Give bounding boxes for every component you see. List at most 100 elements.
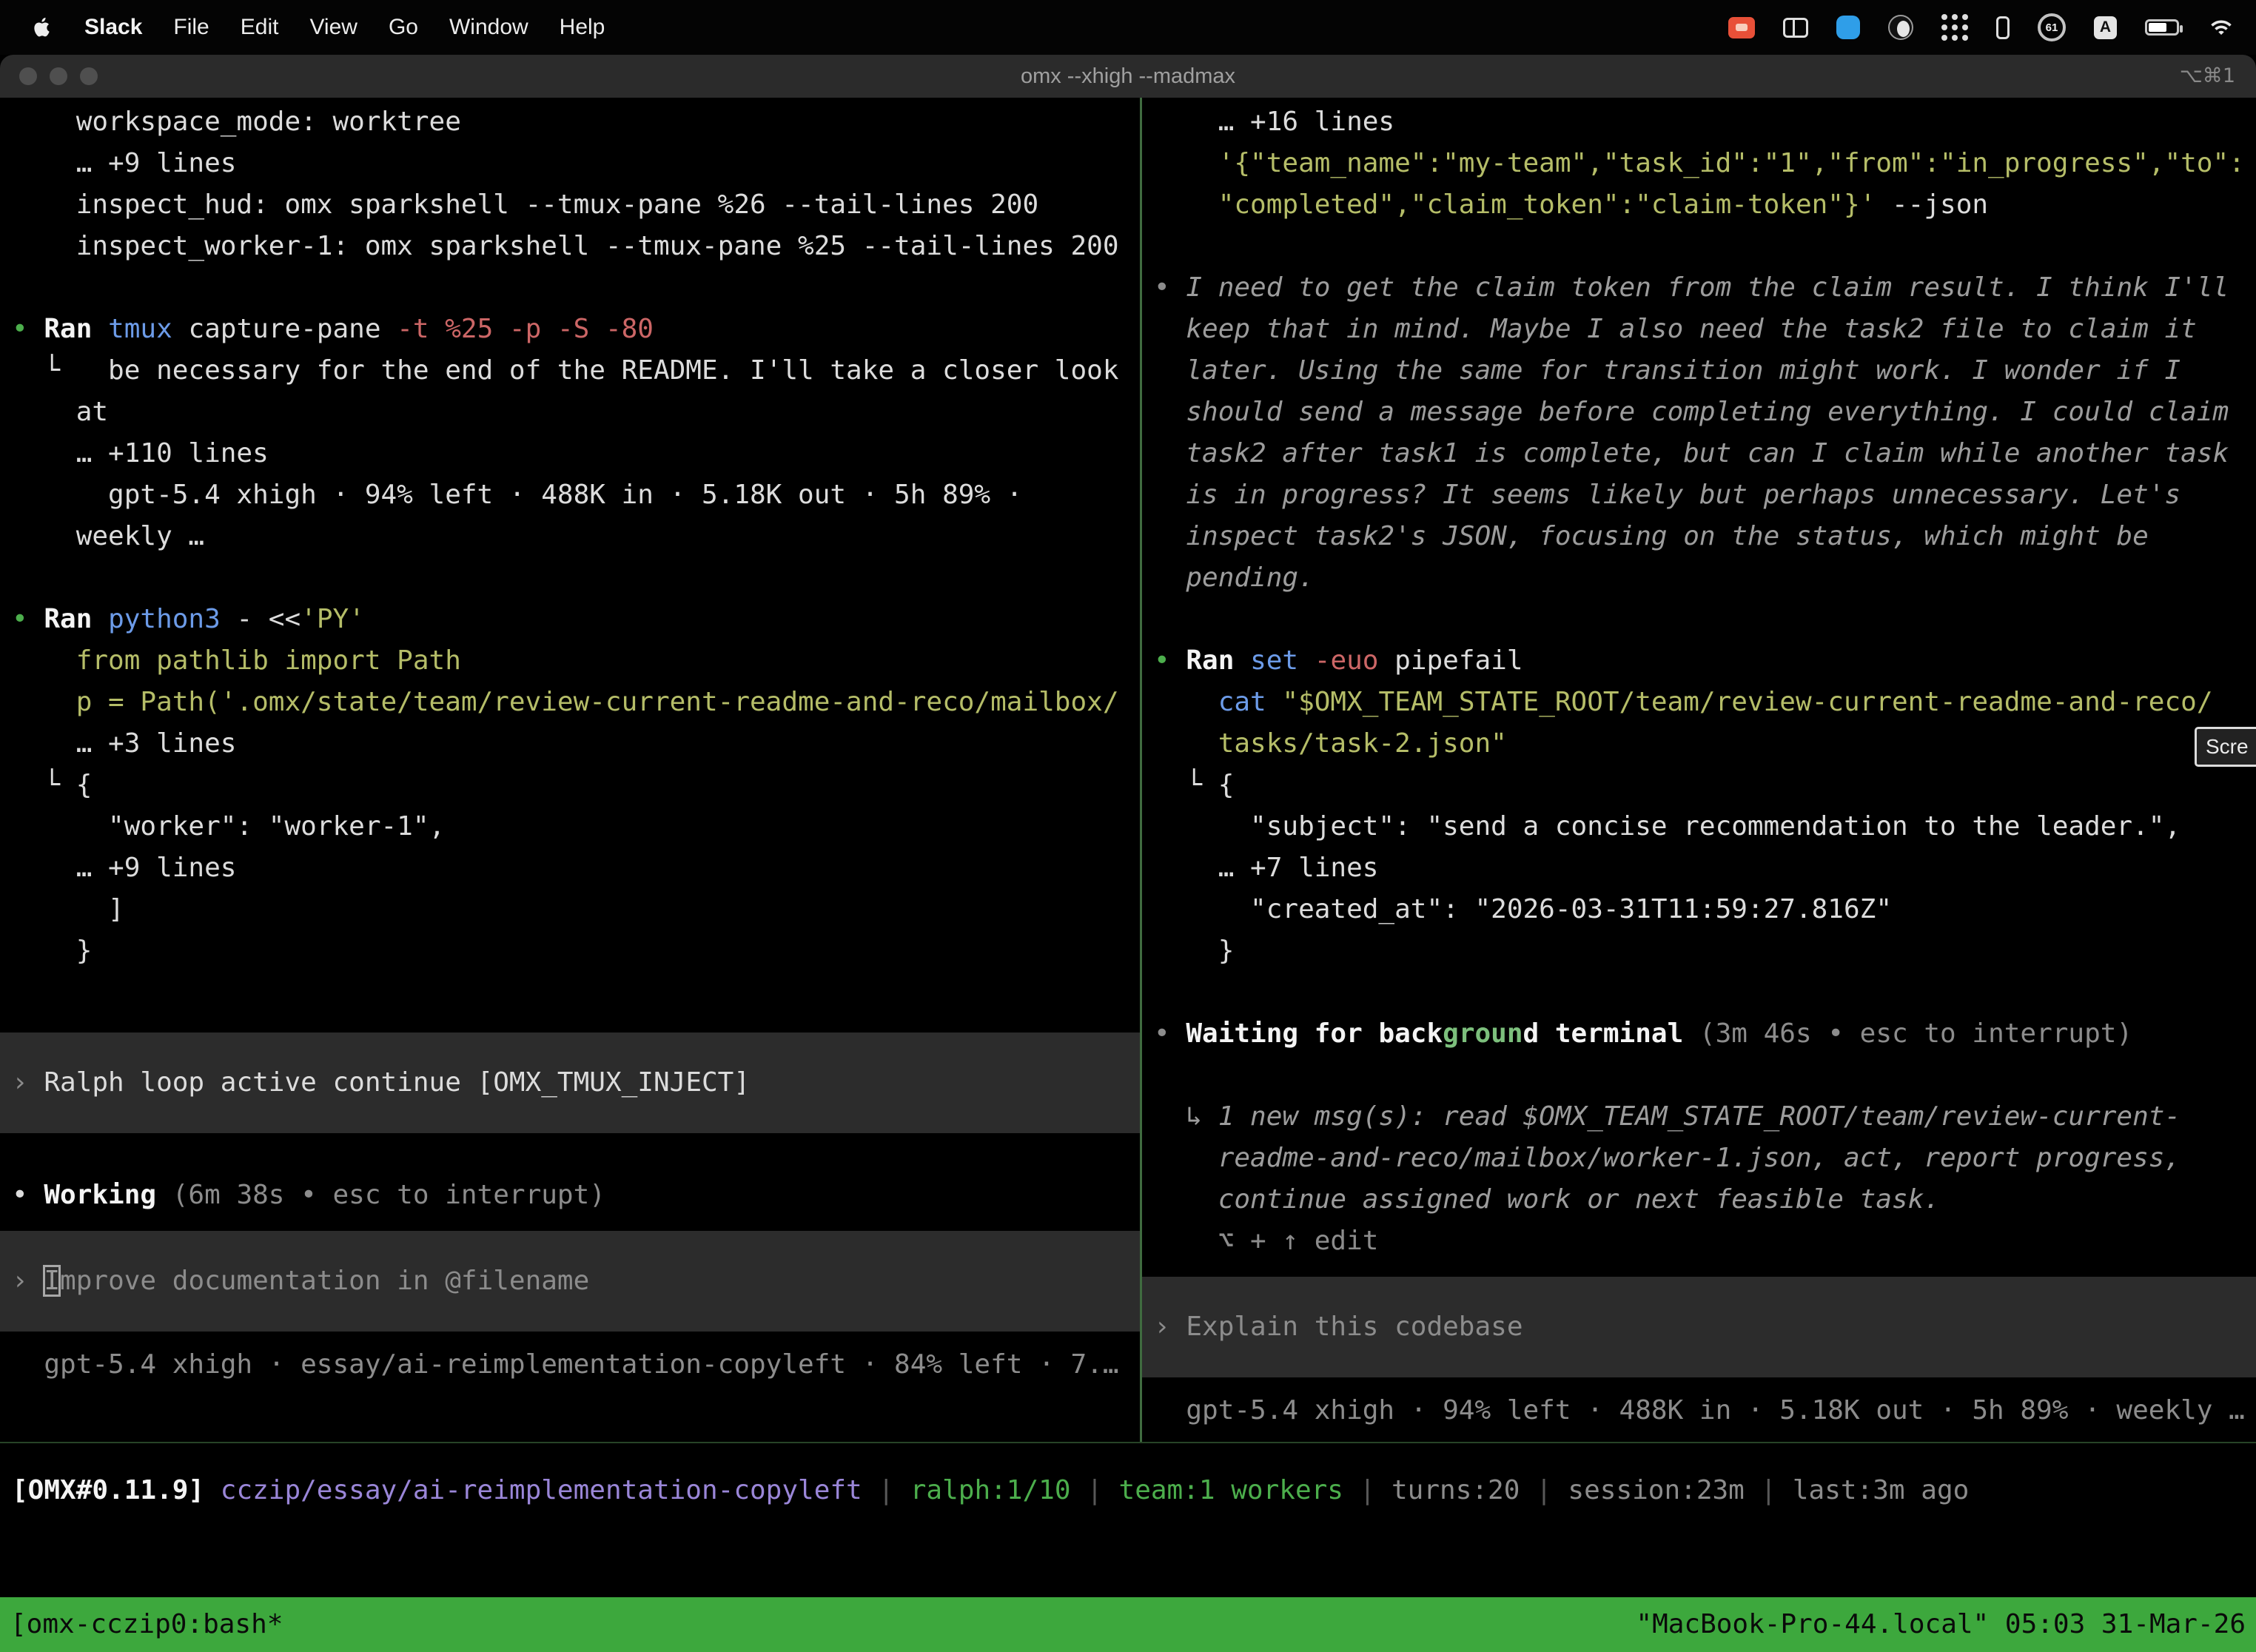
text-segment: gpt-5.4 xhigh · 94% left · 488K in · 5.1… <box>12 480 1022 510</box>
text-segment: … +110 lines <box>12 438 269 469</box>
ralph-status-row[interactable]: › Ralph loop active continue [OMX_TMUX_I… <box>0 1032 1140 1133</box>
terminal-line <box>0 557 1140 599</box>
terminal-line: • Ran tmux capture-pane -t %25 -p -S -80 <box>0 309 1140 350</box>
text-segment: team:1 workers <box>1119 1475 1343 1505</box>
terminal-line: "created_at": "2026-03-31T11:59:27.816Z" <box>1142 889 2256 930</box>
text-segment: - << <box>236 604 301 634</box>
menu-bar-status: 61 A <box>1728 13 2235 41</box>
text-segment: "subject": "send a concise recommendatio… <box>1154 811 2181 842</box>
text-segment: └ be necessary for the end of the README… <box>12 355 1119 386</box>
text-segment: } <box>1154 936 1234 966</box>
prompt-input-row[interactable]: › Explain this codebase <box>1142 1277 2256 1377</box>
text-segment: tmux <box>108 314 188 344</box>
text-segment: -t %25 -p -S -80 <box>397 314 654 344</box>
terminal-line <box>0 267 1140 309</box>
window-app-icon[interactable] <box>1783 18 1808 38</box>
text-segment: should send a message before completing … <box>1154 397 2229 427</box>
omx-hud-line: [OMX#0.11.9] cczip/essay/ai-reimplementa… <box>0 1470 2256 1511</box>
terminal-line <box>1142 1055 2256 1096</box>
battery-ring-icon[interactable]: 61 <box>2038 13 2066 41</box>
text-segment: set <box>1250 645 1315 676</box>
text-segment: | <box>1343 1475 1391 1505</box>
battery-ring-label: 61 <box>2046 21 2058 34</box>
text-segment: pending. <box>1154 563 1315 593</box>
terminal-line: } <box>1142 930 2256 972</box>
terminal-line: } <box>0 930 1140 972</box>
text-segment: Working <box>44 1180 172 1210</box>
prompt-input-row[interactable]: › Improve documentation in @filename <box>0 1231 1140 1332</box>
hud-separator-line <box>0 1442 2256 1443</box>
text-segment: • <box>12 314 44 344</box>
text-segment: … +9 lines <box>12 148 236 178</box>
text-segment: • <box>1154 1018 1186 1049</box>
window-shortcut-hint: ⌥⌘1 <box>2180 55 2235 98</box>
input-source-icon[interactable]: A <box>2094 16 2117 39</box>
apple-menu[interactable] <box>31 15 53 40</box>
text-segment: [OMX#0.11.9] <box>12 1475 221 1505</box>
phone-icon[interactable] <box>1996 16 2010 39</box>
terminal-line: "subject": "send a concise recommendatio… <box>1142 806 2256 847</box>
terminal-line: • I need to get the claim token from the… <box>1142 267 2256 309</box>
terminal-line: from pathlib import Path <box>0 640 1140 682</box>
pane-status-line: gpt-5.4 xhigh · essay/ai-reimplementatio… <box>0 1344 1140 1386</box>
tmux-host-clock-label: "MacBook-Pro-44.local" 05:03 31-Mar-26 <box>1636 1597 2246 1652</box>
menu-item-window[interactable]: Window <box>449 15 528 40</box>
block-cursor: I <box>44 1266 60 1296</box>
terminal-line: inspect task2's JSON, focusing on the st… <box>1142 516 2256 557</box>
text-segment: is in progress? It seems likely but perh… <box>1154 480 2181 510</box>
terminal-line: ↳ 1 new msg(s): read $OMX_TEAM_STATE_ROO… <box>1142 1096 2256 1138</box>
blue-app-icon[interactable] <box>1836 16 1860 39</box>
terminal-line: readme-and-reco/mailbox/worker-1.json, a… <box>1142 1138 2256 1179</box>
menu-item-edit[interactable]: Edit <box>241 15 279 40</box>
crescent-shape <box>1897 21 1910 37</box>
text-segment: readme-and-reco/mailbox/worker-1.json, a… <box>1154 1143 2181 1173</box>
omx-hud: [OMX#0.11.9] cczip/essay/ai-reimplementa… <box>0 1470 2256 1511</box>
menu-item-view[interactable]: View <box>309 15 357 40</box>
text-segment: ↳ 1 new msg(s): read $OMX_TEAM_STATE_ROO… <box>1154 1101 2181 1132</box>
wifi-icon[interactable] <box>2207 16 2235 38</box>
pane-right-content[interactable]: … +16 lines '{"team_name":"my-team","tas… <box>1142 98 2256 1442</box>
tmux-session-label: [omx-cczip0:bash* <box>10 1597 283 1652</box>
text-segment: mprove documentation in @filename <box>60 1266 589 1296</box>
pane-left-content[interactable]: workspace_mode: worktree … +9 lines insp… <box>0 98 1140 1442</box>
terminal-line: └ { <box>0 765 1140 806</box>
window-title-bar: omx --xhigh --madmax ⌥⌘1 <box>0 55 2256 98</box>
text-segment: … +3 lines <box>12 728 236 759</box>
text-segment: capture-pane <box>188 314 397 344</box>
text-segment: weekly … <box>12 521 204 551</box>
text-segment: 'PY' <box>301 604 365 634</box>
menu-item-file[interactable]: File <box>173 15 209 40</box>
menu-item-help[interactable]: Help <box>560 15 605 40</box>
text-segment: python3 <box>108 604 236 634</box>
text-segment: turns:20 <box>1391 1475 1520 1505</box>
terminal-line: is in progress? It seems likely but perh… <box>1142 474 2256 516</box>
terminal-line: … +110 lines <box>0 433 1140 474</box>
active-app-name[interactable]: Slack <box>84 15 142 40</box>
text-segment: • <box>12 604 44 634</box>
text-segment: Waiting for back <box>1186 1018 1443 1049</box>
text-segment: gpt-5.4 xhigh · 94% left · 488K in · 5.1… <box>1154 1395 2245 1426</box>
text-segment: cat <box>1218 687 1283 717</box>
text-segment: "created_at": "2026-03-31T11:59:27.816Z" <box>1154 894 1892 924</box>
terminal-line: inspect_hud: omx sparkshell --tmux-pane … <box>0 184 1140 226</box>
terminal-line: later. Using the same for transition mig… <box>1142 350 2256 392</box>
dark-circle-app-icon[interactable] <box>1888 15 1913 40</box>
terminal-line: … +9 lines <box>0 143 1140 184</box>
text-segment: } <box>12 936 92 966</box>
text-segment: p = Path('.omx/state/team/review-current… <box>12 687 1119 717</box>
tmux-status-bar: [omx-cczip0:bash* "MacBook-Pro-44.local"… <box>0 1597 2256 1652</box>
terminal-line: workspace_mode: worktree <box>0 101 1140 143</box>
screen-recording-icon[interactable] <box>1728 17 1755 38</box>
dots-grid-icon[interactable] <box>1941 14 1968 41</box>
text-segment: ralph:1/10 <box>910 1475 1071 1505</box>
battery-icon[interactable] <box>2145 19 2179 36</box>
text-segment: Ran <box>1186 645 1250 676</box>
text-segment: | <box>1071 1475 1119 1505</box>
text-segment: continue assigned work or next feasible … <box>1154 1184 1940 1215</box>
text-segment: … +7 lines <box>1154 853 1378 883</box>
menu-item-go[interactable]: Go <box>389 15 418 40</box>
terminal-line <box>0 1133 1140 1175</box>
terminal: workspace_mode: worktree … +9 lines insp… <box>0 98 2256 1652</box>
terminal-line: p = Path('.omx/state/team/review-current… <box>0 682 1140 723</box>
terminal-line <box>0 972 1140 1013</box>
